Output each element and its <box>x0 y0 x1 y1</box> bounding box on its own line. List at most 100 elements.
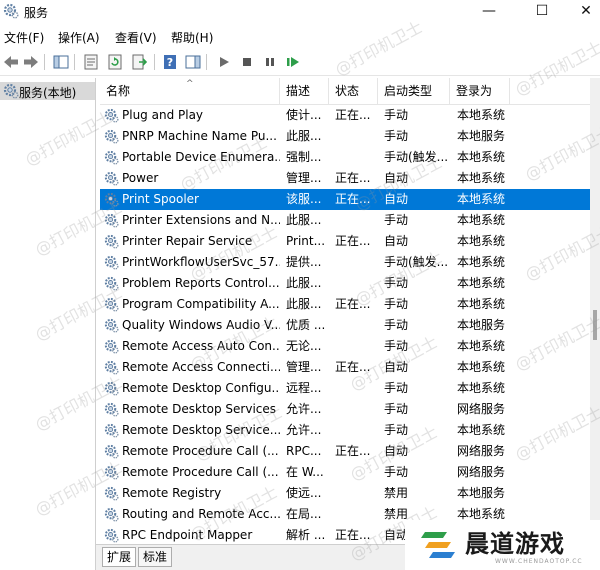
service-description: 在 W... <box>286 465 324 479</box>
back-arrow-icon[interactable] <box>2 53 20 71</box>
service-startup-type: 手动 <box>384 276 409 290</box>
window-title: 服务 <box>24 6 49 20</box>
svg-text:?: ? <box>167 56 173 69</box>
service-row[interactable]: Remote Desktop Service... 允许... 手动 本地系统 <box>100 420 600 441</box>
start-service-play-icon[interactable] <box>215 53 233 71</box>
maximize-button[interactable]: ☐ <box>519 0 565 24</box>
services-list: 名称 ^ 描述 状态 启动类型 登录为 Plug and Play 使计... 正在… <box>100 78 600 544</box>
refresh-icon[interactable] <box>106 53 124 71</box>
column-header-label: 名称 <box>106 84 131 98</box>
vertical-scrollbar[interactable] <box>590 78 600 544</box>
service-row[interactable]: Remote Procedure Call (... 在 W... 手动 网络服务 <box>100 462 600 483</box>
service-status: 正在... <box>335 528 371 542</box>
service-status: 正在... <box>335 444 371 458</box>
service-name: Program Compatibility A... <box>122 297 280 311</box>
service-name: Printer Extensions and N... <box>122 213 280 227</box>
service-description: 提供... <box>286 255 322 269</box>
service-status <box>335 336 379 357</box>
service-logon-as: 本地系统 <box>457 276 506 290</box>
column-header-logon-as[interactable]: 登录为 <box>450 78 510 105</box>
service-rows: Plug and Play 使计... 正在... 手动 本地系统 PNRP Machin… <box>100 105 600 544</box>
logo-mark-icon <box>421 532 455 558</box>
service-startup-type: 手动 <box>384 423 409 437</box>
tab-extended[interactable]: 扩展 <box>102 547 137 567</box>
restart-service-icon[interactable] <box>284 53 302 71</box>
service-gear-icon <box>104 444 119 459</box>
column-header-status[interactable]: 状态 <box>329 78 378 105</box>
service-gear-icon <box>104 213 119 228</box>
minimize-button[interactable]: — <box>466 0 512 24</box>
column-header-startup-type[interactable]: 启动类型 <box>378 78 450 105</box>
service-name: Problem Reports Control... <box>122 276 280 290</box>
tab-standard[interactable]: 标准 <box>138 547 173 567</box>
service-row[interactable]: Remote Desktop Services 允许... 手动 网络服务 <box>100 399 600 420</box>
service-startup-type: 手动 <box>384 339 409 353</box>
stop-service-icon[interactable] <box>238 53 256 71</box>
service-status <box>335 378 379 399</box>
service-row[interactable]: Plug and Play 使计... 正在... 手动 本地系统 <box>100 105 600 126</box>
service-startup-type: 手动 <box>384 108 409 122</box>
service-name: Printer Repair Service <box>122 234 253 248</box>
service-name: Quality Windows Audio V... <box>122 318 280 332</box>
service-row[interactable]: Remote Access Auto Con... 无论... 手动 本地系统 <box>100 336 600 357</box>
service-row[interactable]: Remote Desktop Configu... 远程... 手动 本地系统 <box>100 378 600 399</box>
service-logon-as: 本地系统 <box>457 381 506 395</box>
service-row[interactable]: Remote Procedure Call (... RPC... 正在... 自动 网… <box>100 441 600 462</box>
service-row[interactable]: Program Compatibility A... 此服... 正在... 手动 本地… <box>100 294 600 315</box>
service-logon-as: 本地系统 <box>457 213 506 227</box>
show-tree-icon[interactable] <box>52 53 70 71</box>
service-status <box>335 399 379 420</box>
service-row[interactable]: PNRP Machine Name Pu... 此服... 手动 本地服务 <box>100 126 600 147</box>
help-icon[interactable]: ? <box>161 53 179 71</box>
forward-arrow-icon[interactable] <box>22 53 40 71</box>
menu-action[interactable]: 操作(A) <box>58 29 100 46</box>
column-header-name[interactable]: 名称 ^ <box>100 78 280 105</box>
properties-icon[interactable] <box>82 53 100 71</box>
pause-service-icon[interactable] <box>261 53 279 71</box>
service-row[interactable]: Quality Windows Audio V... 优质 ... 手动 本地服务 <box>100 315 600 336</box>
site-logo: 晨道游戏 WWW.CHENDAOTOP.CC <box>405 520 600 570</box>
service-gear-icon <box>104 528 119 543</box>
service-row[interactable]: Printer Extensions and N... 此服... 手动 本地系统 <box>100 210 600 231</box>
service-row[interactable]: Remote Access Connecti... 管理... 正在... 自动 本地系… <box>100 357 600 378</box>
service-row[interactable]: PrintWorkflowUserSvc_57... 提供... 手动(触发... 本… <box>100 252 600 273</box>
toolbar-separator <box>206 54 207 70</box>
service-row[interactable]: Remote Registry 使远... 禁用 本地服务 <box>100 483 600 504</box>
services-gear-icon <box>3 3 19 19</box>
service-status: 正在... <box>335 192 371 206</box>
service-row[interactable]: Problem Reports Control... 此服... 手动 本地系统 <box>100 273 600 294</box>
service-status <box>335 126 379 147</box>
service-logon-as: 本地服务 <box>457 129 506 143</box>
menu-file[interactable]: 文件(F) <box>4 29 44 46</box>
close-button[interactable]: ✕ <box>563 0 600 24</box>
tree-item-services-local[interactable]: 服务(本地) <box>0 82 95 100</box>
service-gear-icon <box>104 381 119 396</box>
service-row[interactable]: Print Spooler 该服... 正在... 自动 本地系统 <box>100 189 600 210</box>
service-row[interactable]: Portable Device Enumera... 强制... 手动(触发... 本… <box>100 147 600 168</box>
service-description: 允许... <box>286 402 322 416</box>
service-row[interactable]: Power 管理... 正在... 自动 本地系统 <box>100 168 600 189</box>
service-name: Remote Access Connecti... <box>122 360 280 374</box>
service-status: 正在... <box>335 234 371 248</box>
service-startup-type: 手动 <box>384 381 409 395</box>
service-logon-as: 本地系统 <box>457 423 506 437</box>
service-logon-as: 本地服务 <box>457 486 506 500</box>
service-status: 正在... <box>335 297 371 311</box>
menu-view[interactable]: 查看(V) <box>115 29 157 46</box>
service-description: 远程... <box>286 381 322 395</box>
service-row[interactable]: Printer Repair Service Print... 正在... 自动 本地系… <box>100 231 600 252</box>
scrollbar-thumb[interactable] <box>593 310 597 340</box>
toolbar: ? <box>0 49 600 76</box>
service-logon-as: 本地系统 <box>457 171 506 185</box>
menu-bar: 文件(F) 操作(A) 查看(V) 帮助(H) <box>0 27 600 47</box>
service-startup-type: 手动 <box>384 297 409 311</box>
service-gear-icon <box>104 150 119 165</box>
service-gear-icon <box>104 129 119 144</box>
service-name: Routing and Remote Acc... <box>122 507 280 521</box>
export-list-icon[interactable] <box>130 53 148 71</box>
menu-help[interactable]: 帮助(H) <box>171 29 213 46</box>
service-name: Portable Device Enumera... <box>122 150 280 164</box>
column-header-description[interactable]: 描述 <box>280 78 329 105</box>
show-action-pane-icon[interactable] <box>184 53 202 71</box>
service-name: Remote Registry <box>122 486 222 500</box>
